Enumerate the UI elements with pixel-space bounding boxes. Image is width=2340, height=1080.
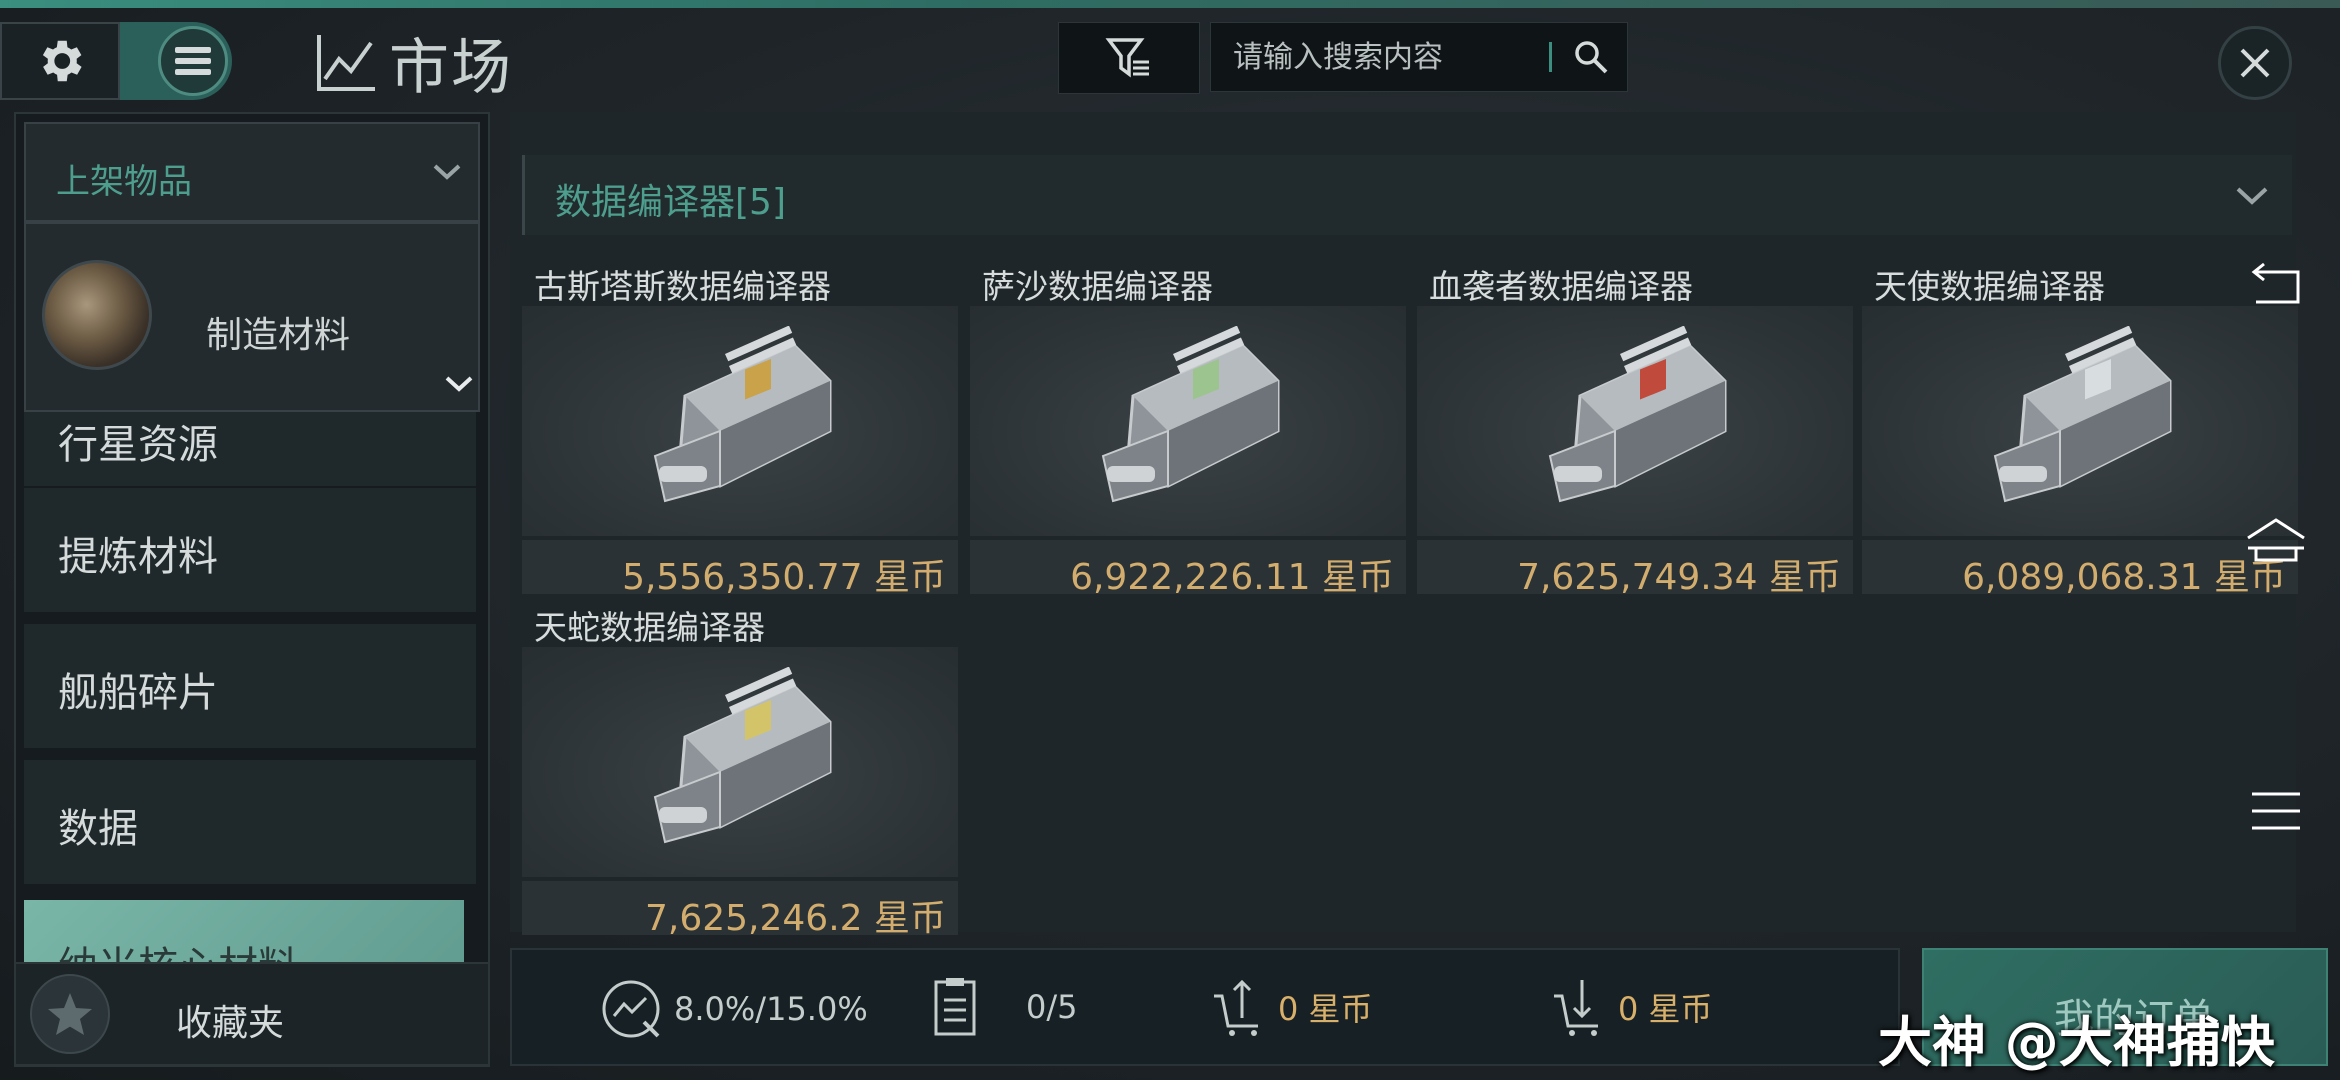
item-price: 6,922,226.11 星币 (1070, 557, 1394, 598)
data-compiler-icon (653, 326, 832, 503)
item-name: 天使数据编译器 (1874, 267, 2105, 306)
sidebar-item-refined-materials[interactable]: 提炼材料 (22, 486, 478, 614)
tax-rate: 8.0%/15.0% (674, 990, 868, 1028)
section-title: 数据编译器[5] (555, 182, 786, 223)
item-price-bar: 6,089,068.31 星币 (1862, 540, 2298, 598)
tax-info: 8.0%/15.0% (600, 978, 868, 1040)
filter-icon (1105, 38, 1149, 78)
item-image (970, 306, 1406, 536)
ore-material-icon (42, 260, 152, 370)
close-button[interactable] (2218, 26, 2292, 100)
search-box (1210, 22, 1628, 92)
data-compiler-icon (1993, 326, 2172, 503)
cart-upload-icon (1214, 979, 1258, 1036)
item-image (522, 647, 958, 877)
page-title-group: 市场 (315, 22, 513, 103)
search-divider (1549, 42, 1552, 72)
bottom-status-bar: 8.0%/15.0% 0/5 0 星币 0 星币 (510, 948, 1900, 1066)
listing-type-dropdown[interactable]: 上架物品 (24, 122, 480, 222)
section-header[interactable]: 数据编译器[5] (522, 155, 2292, 235)
search-icon (1575, 41, 1608, 74)
favorites-button[interactable]: 收藏夹 (14, 962, 490, 1066)
gear-icon (42, 40, 82, 82)
sidebar-item-ship-fragments[interactable]: 舰船碎片 (22, 622, 478, 750)
sell-total-info: 0 星币 (1212, 976, 1373, 1038)
item-image (1417, 306, 1853, 536)
item-card[interactable]: 天使数据编译器 6,089,068.31 星币 (1862, 252, 2298, 598)
item-name: 血袭者数据编译器 (1429, 267, 1693, 306)
item-price-bar: 7,625,246.2 星币 (522, 881, 958, 939)
item-image (522, 306, 958, 536)
item-price: 6,089,068.31 星币 (1962, 557, 2286, 598)
favorites-label: 收藏夹 (176, 1003, 285, 1044)
buy-total: 0 星币 (1618, 990, 1713, 1028)
category-sidebar: 上架物品 制造材料 行星资源 提炼材料 舰船碎片 数据 纳米核心材料 (14, 112, 490, 1067)
item-name: 萨沙数据编译器 (982, 267, 1213, 306)
order-count: 0/5 (1026, 988, 1078, 1026)
data-compiler-icon (653, 667, 832, 844)
chart-line-icon (317, 35, 375, 91)
close-icon (2240, 48, 2270, 78)
item-name: 古斯塔斯数据编译器 (534, 267, 831, 306)
search-button[interactable] (1572, 38, 1610, 76)
data-compiler-icon (1548, 326, 1727, 503)
item-card[interactable]: 古斯塔斯数据编译器 5,556,350.77 星币 (522, 252, 958, 598)
item-price-bar: 6,922,226.11 星币 (970, 540, 1406, 598)
watermark: 大神 @大神捕快 (1878, 1011, 2275, 1074)
clipboard-icon (934, 978, 976, 1036)
item-name: 天蛇数据编译器 (534, 608, 765, 647)
settings-button[interactable] (0, 22, 120, 100)
cart-download-icon (1554, 980, 1598, 1036)
sidebar-item-label: 数据 (58, 806, 138, 852)
buy-total-info: 0 星币 (1552, 976, 1713, 1038)
item-image (1862, 306, 2298, 536)
item-card[interactable]: 天蛇数据编译器 7,625,246.2 星币 (522, 593, 958, 939)
star-icon (30, 974, 110, 1054)
item-price: 7,625,749.34 星币 (1517, 557, 1841, 598)
filter-button[interactable] (1058, 22, 1200, 94)
sidebar-item-data[interactable]: 数据 (22, 758, 478, 886)
item-price: 7,625,246.2 星币 (644, 898, 946, 939)
list-icon (175, 47, 211, 75)
search-input[interactable] (1231, 38, 1535, 76)
order-count-info: 0/5 (932, 976, 1078, 1038)
category-dropdown-label: 制造材料 (206, 315, 351, 356)
menu-lines-icon[interactable] (2250, 790, 2302, 832)
home-icon[interactable] (2244, 516, 2308, 566)
top-accent-line (0, 0, 2340, 8)
sidebar-item-label: 行星资源 (58, 422, 218, 468)
chevron-down-icon (432, 162, 462, 182)
sidebar-item-label: 提炼材料 (58, 534, 218, 580)
listing-type-label: 上架物品 (56, 162, 192, 202)
tax-chart-icon (602, 980, 660, 1038)
page-title: 市场 (389, 32, 513, 103)
data-compiler-icon (1101, 326, 1280, 503)
sell-total: 0 星币 (1278, 990, 1373, 1028)
chevron-down-icon (444, 374, 474, 394)
item-card[interactable]: 血袭者数据编译器 7,625,749.34 星币 (1417, 252, 1853, 598)
sidebar-item-label: 舰船碎片 (58, 670, 218, 716)
item-price-bar: 7,625,749.34 星币 (1417, 540, 1853, 598)
menu-button[interactable] (158, 26, 228, 96)
category-dropdown[interactable]: 制造材料 (24, 222, 480, 412)
item-card[interactable]: 萨沙数据编译器 6,922,226.11 星币 (970, 252, 1406, 598)
chevron-down-icon (2235, 185, 2269, 207)
item-price-bar: 5,556,350.77 星币 (522, 540, 958, 598)
back-icon[interactable] (2248, 258, 2304, 308)
